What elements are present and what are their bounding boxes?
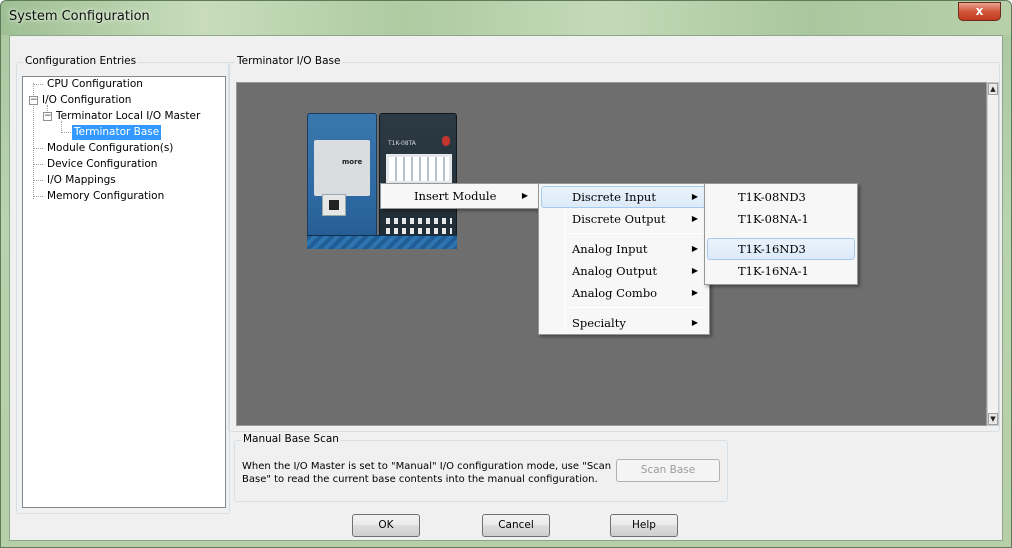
tree-line <box>33 196 43 197</box>
tree-item-cpu-configuration[interactable]: CPU Configuration <box>45 77 145 92</box>
menu-item-label: Discrete Output <box>572 212 666 226</box>
terminal-screws <box>386 228 452 234</box>
cancel-button[interactable]: Cancel <box>482 514 550 537</box>
menu-separator <box>569 233 706 234</box>
tree-line <box>33 180 43 181</box>
tree-line <box>33 148 43 149</box>
menu-item-discrete-input[interactable]: Discrete Input ▶ <box>541 186 707 208</box>
manual-scan-description-line-2: Base" to read the current base contents … <box>242 474 598 485</box>
menu-item-analog-combo[interactable]: Analog Combo ▶ <box>541 282 707 304</box>
scroll-up-arrow-icon[interactable]: ▲ <box>988 83 998 95</box>
expander-terminator-local-io-master[interactable]: − <box>43 112 52 121</box>
menu-separator <box>569 307 706 308</box>
tree-line <box>33 164 43 165</box>
menu-item-label: Discrete Input <box>572 190 656 204</box>
manual-base-scan-label: Manual Base Scan <box>241 433 341 445</box>
tree-item-io-mappings[interactable]: I/O Mappings <box>45 173 118 188</box>
menu-item-insert-module[interactable]: Insert Module ▶ <box>383 185 537 207</box>
title-bar[interactable]: System Configuration x <box>1 1 1011 35</box>
close-button[interactable]: x <box>958 2 1001 21</box>
tree-item-module-configurations[interactable]: Module Configuration(s) <box>45 141 175 156</box>
submenu-arrow-icon: ▶ <box>691 288 698 297</box>
tree-line <box>33 84 43 85</box>
menu-item-specialty[interactable]: Specialty ▶ <box>541 312 707 334</box>
context-menu: Insert Module ▶ <box>380 183 540 209</box>
system-configuration-window: System Configuration x Configuration Ent… <box>0 0 1012 548</box>
menu-item-label: Analog Input <box>572 242 648 256</box>
io-master-faceplate <box>314 140 370 196</box>
menu-item-discrete-output[interactable]: Discrete Output ▶ <box>541 208 707 230</box>
submenu-arrow-icon: ▶ <box>521 191 528 200</box>
scroll-thumb[interactable] <box>988 97 998 409</box>
scroll-down-arrow-icon[interactable]: ▼ <box>988 413 998 425</box>
io-master-module[interactable]: more <box>307 113 377 249</box>
submenu-arrow-icon: ▶ <box>691 244 698 253</box>
tree-item-device-configuration[interactable]: Device Configuration <box>45 157 159 172</box>
ok-button[interactable]: OK <box>352 514 420 537</box>
submenu-arrow-icon: ▶ <box>691 266 698 275</box>
tree-item-memory-configuration[interactable]: Memory Configuration <box>45 189 166 204</box>
menu-item-label: Insert Module <box>414 189 497 203</box>
tree-item-io-configuration[interactable]: I/O Configuration <box>40 93 133 108</box>
tree-line <box>61 132 71 133</box>
terminal-screws <box>386 218 452 224</box>
menu-separator <box>735 233 854 234</box>
discrete-input-submenu: T1K-08ND3 T1K-08NA-1 T1K-16ND3 T1K-16NA-… <box>704 183 858 285</box>
configuration-entries-label: Configuration Entries <box>23 55 139 67</box>
menu-item-label: Analog Combo <box>572 286 658 300</box>
configuration-tree[interactable]: − − CPU Configuration I/O Configuration … <box>22 76 226 508</box>
terminator-base-hardware[interactable]: more T1K-08TA <box>307 113 457 249</box>
manual-scan-description-line-1: When the I/O Master is set to "Manual" I… <box>242 461 612 472</box>
menu-item-t1k-08nd3[interactable]: T1K-08ND3 <box>707 186 855 208</box>
menu-item-t1k-08na-1[interactable]: T1K-08NA-1 <box>707 208 855 230</box>
submenu-arrow-icon: ▶ <box>691 214 698 223</box>
more-logo: more <box>342 158 363 166</box>
canvas-vertical-scrollbar[interactable]: ▲ ▼ <box>987 82 999 426</box>
help-button[interactable]: Help <box>610 514 678 537</box>
submenu-arrow-icon: ▶ <box>691 192 698 201</box>
insert-module-submenu: Discrete Input ▶ Discrete Output ▶ Analo… <box>538 183 710 335</box>
dialog-client-area: Configuration Entries − − CPU Configurat… <box>9 35 1003 541</box>
menu-item-analog-input[interactable]: Analog Input ▶ <box>541 238 707 260</box>
submenu-arrow-icon: ▶ <box>691 318 698 327</box>
menu-item-label: Analog Output <box>572 264 658 278</box>
base-rail <box>307 235 457 249</box>
expander-io-configuration[interactable]: − <box>29 96 38 105</box>
ethernet-port-icon <box>322 194 346 216</box>
io-module-slot-1[interactable]: T1K-08TA <box>379 113 457 249</box>
status-led-icon <box>442 136 450 146</box>
terminator-io-base-label: Terminator I/O Base <box>235 55 343 67</box>
menu-item-t1k-16na-1[interactable]: T1K-16NA-1 <box>707 260 855 282</box>
window-title: System Configuration <box>9 9 150 24</box>
module-label: T1K-08TA <box>388 140 416 147</box>
menu-item-analog-output[interactable]: Analog Output ▶ <box>541 260 707 282</box>
menu-item-t1k-16nd3[interactable]: T1K-16ND3 <box>707 238 855 260</box>
terminal-block <box>386 154 452 184</box>
tree-item-terminator-local-io-master[interactable]: Terminator Local I/O Master <box>54 109 202 124</box>
menu-item-label: Specialty <box>572 316 626 330</box>
tree-item-terminator-base[interactable]: Terminator Base <box>72 125 162 140</box>
scan-base-button[interactable]: Scan Base <box>616 459 720 482</box>
